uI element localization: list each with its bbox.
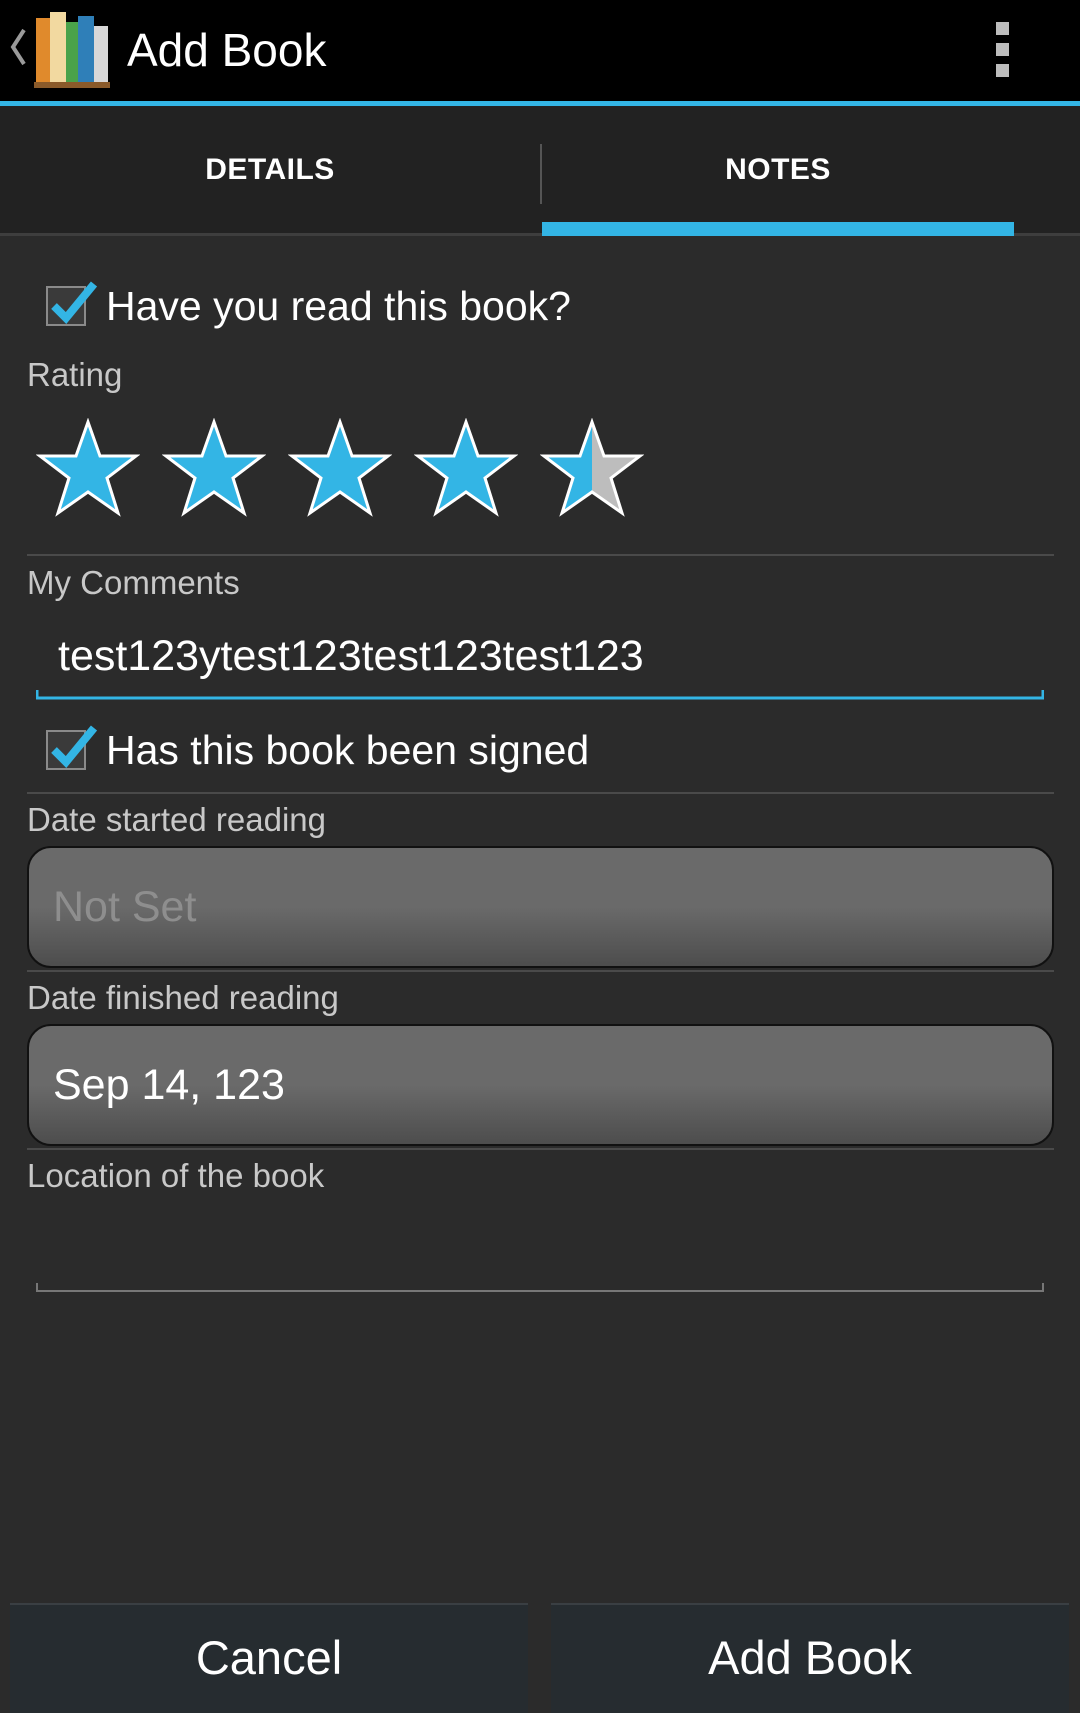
date-started-label: Date started reading bbox=[27, 801, 327, 838]
up-chevron-icon[interactable] bbox=[8, 22, 28, 72]
divider bbox=[27, 1148, 1054, 1150]
signed-checkbox[interactable] bbox=[46, 725, 98, 770]
signed-checkbox-label: Has this book been signed bbox=[106, 726, 590, 773]
divider bbox=[27, 554, 1054, 556]
tab-notes[interactable]: NOTES bbox=[542, 106, 1014, 233]
star-icon[interactable] bbox=[36, 418, 140, 518]
checkmark-icon bbox=[51, 281, 98, 324]
signed-checkbox-row[interactable]: Has this book been signed bbox=[46, 720, 589, 780]
rating-bar[interactable] bbox=[36, 418, 666, 518]
date-finished-button[interactable]: Sep 14, 123 bbox=[27, 1024, 1054, 1146]
cancel-button[interactable]: Cancel bbox=[10, 1603, 528, 1713]
rating-label: Rating bbox=[27, 356, 123, 393]
action-bar: Add Book bbox=[0, 0, 1080, 106]
star-icon[interactable] bbox=[162, 418, 266, 518]
star-icon[interactable] bbox=[288, 418, 392, 518]
read-checkbox-row[interactable]: Have you read this book? bbox=[46, 276, 571, 336]
date-started-button[interactable]: Not Set bbox=[27, 846, 1054, 968]
divider bbox=[27, 792, 1054, 794]
tab-details[interactable]: DETAILS bbox=[0, 106, 540, 233]
star-icon[interactable] bbox=[414, 418, 518, 518]
comments-label: My Comments bbox=[27, 564, 240, 601]
divider bbox=[27, 970, 1054, 972]
half-star-icon[interactable] bbox=[540, 418, 644, 518]
read-checkbox[interactable] bbox=[46, 281, 98, 326]
tab-bar: DETAILS NOTES bbox=[0, 106, 1080, 236]
checkmark-icon bbox=[51, 725, 98, 768]
book-shelf-app-icon[interactable] bbox=[34, 10, 110, 88]
action-bar-title: Add Book bbox=[127, 24, 327, 76]
date-finished-label: Date finished reading bbox=[27, 979, 339, 1016]
add-book-button[interactable]: Add Book bbox=[551, 1603, 1069, 1713]
read-checkbox-label: Have you read this book? bbox=[106, 282, 571, 329]
overflow-menu-icon[interactable] bbox=[996, 22, 1012, 78]
comments-input[interactable]: test123ytest123test123test123 bbox=[36, 632, 1042, 692]
comments-input-underline bbox=[36, 690, 1044, 700]
location-label: Location of the book bbox=[27, 1157, 325, 1194]
tab-selected-indicator bbox=[542, 222, 1014, 236]
location-input-underline bbox=[36, 1283, 1044, 1292]
location-input[interactable] bbox=[36, 1220, 1042, 1280]
